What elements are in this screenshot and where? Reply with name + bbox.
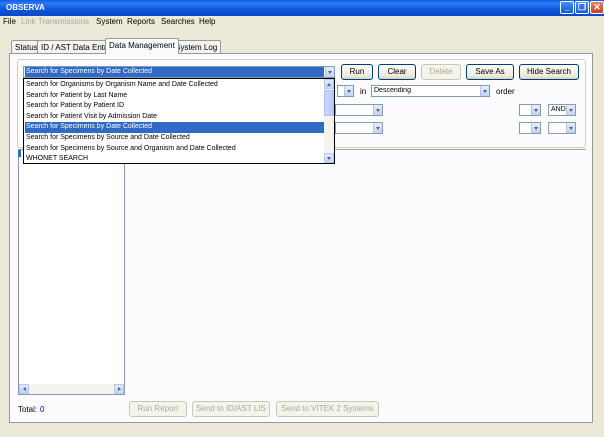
dropdown-option-selected[interactable]: Search for Specimens by Date Collected: [25, 122, 325, 133]
logic-combobox-1[interactable]: AND: [548, 104, 576, 116]
menu-help[interactable]: Help: [199, 17, 215, 26]
total-count: 0: [40, 405, 45, 414]
title-bar[interactable]: OBSERVA _ ❐ ✕: [0, 0, 604, 16]
criteria-operator-combobox-2[interactable]: [519, 122, 541, 134]
chevron-down-icon[interactable]: [480, 86, 489, 96]
tab-id-ast-data-entry[interactable]: ID / AST Data Entry: [37, 40, 115, 53]
chevron-down-icon[interactable]: [566, 123, 575, 133]
clear-button[interactable]: Clear: [378, 64, 416, 80]
dropdown-option[interactable]: Search for Specimens by Source and Organ…: [25, 144, 325, 155]
search-type-value: Search for Specimens by Date Collected: [25, 67, 324, 77]
scroll-right-icon[interactable]: [114, 384, 124, 394]
chevron-down-icon[interactable]: [325, 67, 334, 77]
tab-data-management[interactable]: Data Management: [105, 38, 179, 54]
logic-combobox-2[interactable]: [548, 122, 576, 134]
send-to-vitek-2-button[interactable]: Send to VITEK 2 Systems: [276, 401, 379, 417]
search-type-combobox[interactable]: Search for Specimens by Date Collected: [23, 66, 335, 78]
minimize-icon[interactable]: _: [560, 1, 574, 14]
search-type-dropdown-list[interactable]: Search for Organisms by Organism Name an…: [23, 78, 335, 164]
run-report-button[interactable]: Run Report: [129, 401, 187, 417]
chevron-down-icon[interactable]: [344, 86, 353, 96]
dropdown-option[interactable]: Search for Specimens by Source and Date …: [25, 133, 325, 144]
menu-reports[interactable]: Reports: [127, 17, 155, 26]
menu-searches[interactable]: Searches: [161, 17, 195, 26]
dropdown-option[interactable]: WHONET SEARCH: [25, 154, 325, 165]
menu-link-transmissions[interactable]: Link Transmissions: [21, 17, 89, 26]
sort-order-value: Descending: [374, 87, 411, 94]
chevron-down-icon[interactable]: [373, 123, 382, 133]
chevron-down-icon[interactable]: [531, 105, 540, 115]
dropdown-option[interactable]: Search for Organisms by Organism Name an…: [25, 80, 325, 91]
criteria-value-combobox-1[interactable]: [335, 104, 383, 116]
send-to-id-ast-lis-button[interactable]: Send to ID/AST LIS: [192, 401, 270, 417]
window-title: OBSERVA: [6, 3, 45, 12]
scrollbar-thumb[interactable]: [324, 90, 334, 116]
chevron-down-icon[interactable]: [531, 123, 540, 133]
sort-order-combobox[interactable]: Descending: [371, 85, 490, 97]
criteria-value-combobox-2[interactable]: [335, 122, 383, 134]
scroll-up-icon[interactable]: [324, 79, 334, 89]
close-icon[interactable]: ✕: [590, 1, 604, 14]
sort-field-combobox[interactable]: [337, 85, 354, 97]
in-label: in: [360, 87, 367, 96]
dropdown-option[interactable]: Search for Patient by Last Name: [25, 91, 325, 102]
save-as-button[interactable]: Save As: [466, 64, 514, 80]
order-label: order: [496, 87, 515, 96]
delete-button[interactable]: Delete: [421, 64, 461, 80]
dropdown-option[interactable]: Search for Patient by Patient ID: [25, 101, 325, 112]
dropdown-option[interactable]: Search for Patient Visit by Admission Da…: [25, 112, 325, 123]
hide-search-button[interactable]: Hide Search: [519, 64, 579, 80]
scroll-down-icon[interactable]: [324, 153, 334, 163]
logic-value: AND: [551, 106, 566, 113]
list-selection-marker: [18, 150, 21, 157]
criteria-operator-combobox-1[interactable]: [519, 104, 541, 116]
scroll-left-icon[interactable]: [19, 384, 29, 394]
dropdown-scrollbar[interactable]: [324, 79, 334, 163]
menu-system[interactable]: System: [96, 17, 123, 26]
chevron-down-icon[interactable]: [566, 105, 575, 115]
horizontal-scrollbar[interactable]: [19, 384, 124, 394]
menu-bar: File Link Transmissions System Reports S…: [0, 16, 604, 28]
total-label: Total:: [18, 405, 38, 414]
results-list[interactable]: [18, 149, 125, 395]
restore-icon[interactable]: ❐: [575, 1, 589, 14]
run-button[interactable]: Run: [341, 64, 373, 80]
chevron-down-icon[interactable]: [373, 105, 382, 115]
menu-file[interactable]: File: [3, 17, 16, 26]
